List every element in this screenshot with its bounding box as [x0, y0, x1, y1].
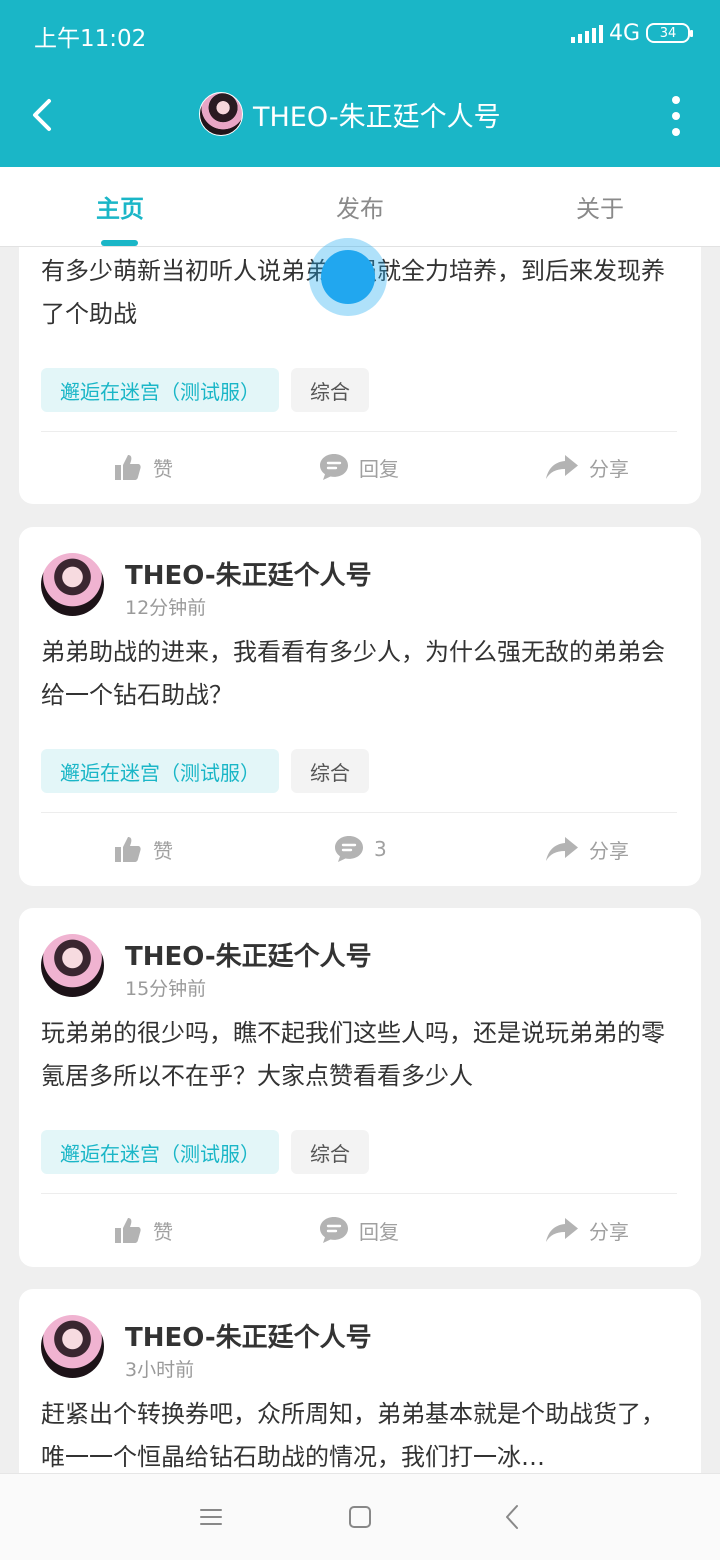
tab-indicator	[101, 240, 138, 246]
more-button[interactable]	[666, 96, 686, 136]
post-actions: 赞 回复 分享	[19, 1200, 701, 1260]
comment-icon	[335, 836, 363, 862]
share-icon	[546, 455, 578, 479]
comment-icon	[320, 454, 348, 480]
chevron-left-icon	[33, 99, 51, 131]
tab-bar: 主页 发布 关于	[0, 167, 720, 247]
share-button[interactable]: 分享	[545, 437, 629, 497]
share-icon	[546, 837, 578, 861]
app-header: 上午11:02 4G 34 THEO-朱正廷个人号	[0, 0, 720, 167]
back-arrow-icon	[506, 1505, 518, 1529]
thumbs-up-icon	[115, 837, 141, 862]
post-tags: 邂逅在迷宫（测试服） 综合	[41, 749, 369, 793]
status-time: 上午11:02	[34, 26, 147, 52]
status-bar: 上午11:02 4G 34	[0, 0, 720, 66]
author-name: THEO-朱正廷个人号	[125, 561, 372, 591]
touch-indicator	[309, 238, 387, 316]
post-content: 赶紧出个转换券吧，众所周知，弟弟基本就是个助战货了，唯一一个恒晶给钻石助战的情况…	[41, 1400, 665, 1471]
post-actions: 赞 3 分享	[19, 819, 701, 879]
share-label: 分享	[589, 456, 629, 481]
comment-button[interactable]: 回复	[319, 1200, 399, 1260]
comment-icon	[320, 1217, 348, 1243]
post-time: 3小时前	[125, 1359, 195, 1381]
category-tag[interactable]: 综合	[291, 749, 369, 793]
thumbs-up-icon	[115, 1218, 141, 1243]
post-content: 弟弟助战的进来，我看看有多少人，为什么强无敌的弟弟会给一个钻石助战？	[41, 638, 665, 709]
post-time: 12分钟前	[125, 597, 207, 619]
share-icon	[546, 1218, 578, 1242]
author-name: THEO-朱正廷个人号	[125, 942, 372, 972]
avatar[interactable]	[41, 553, 104, 616]
status-right: 4G 34	[570, 20, 693, 46]
post-tags: 邂逅在迷宫（测试服） 综合	[41, 1130, 369, 1174]
like-label: 赞	[153, 1219, 173, 1244]
game-tag[interactable]: 邂逅在迷宫（测试服）	[41, 1130, 279, 1174]
tab-home[interactable]: 主页	[0, 189, 240, 224]
signal-icon	[570, 23, 603, 43]
game-tag[interactable]: 邂逅在迷宫（测试服）	[41, 749, 279, 793]
nav-title-group: THEO-朱正廷个人号	[199, 91, 501, 137]
post-content: 玩弟弟的很少吗，瞧不起我们这些人吗，还是说玩弟弟的零氪居多所以不在乎？大家点赞看…	[41, 1019, 665, 1090]
post-tags: 邂逅在迷宫（测试服） 综合	[41, 368, 369, 412]
network-type: 4G	[608, 20, 640, 46]
menu-icon	[200, 1509, 222, 1525]
divider	[41, 812, 677, 813]
like-label: 赞	[153, 838, 173, 863]
share-button[interactable]: 分享	[545, 1200, 629, 1260]
system-nav-bar	[0, 1473, 720, 1560]
battery-icon: 34	[646, 23, 693, 43]
post-actions: 赞 回复 分享	[19, 437, 701, 497]
share-label: 分享	[589, 838, 629, 863]
menu-button[interactable]	[196, 1502, 226, 1532]
post-card[interactable]: THEO-朱正廷个人号 12分钟前 弟弟助战的进来，我看看有多少人，为什么强无敌…	[19, 527, 701, 886]
back-button[interactable]	[20, 90, 64, 140]
divider	[41, 1193, 677, 1194]
comment-label: 回复	[359, 1219, 399, 1244]
avatar[interactable]	[41, 1315, 104, 1378]
avatar[interactable]	[41, 934, 104, 997]
tab-about[interactable]: 关于	[480, 189, 720, 224]
comment-button[interactable]: 3	[334, 819, 387, 879]
share-button[interactable]: 分享	[545, 819, 629, 879]
category-tag[interactable]: 综合	[291, 368, 369, 412]
like-button[interactable]: 赞	[113, 819, 173, 879]
comment-label: 回复	[359, 456, 399, 481]
thumbs-up-icon	[115, 455, 141, 480]
share-label: 分享	[589, 1219, 629, 1244]
home-button[interactable]	[345, 1502, 375, 1532]
game-tag[interactable]: 邂逅在迷宫（测试服）	[41, 368, 279, 412]
like-button[interactable]: 赞	[113, 1200, 173, 1260]
author-name: THEO-朱正廷个人号	[125, 1323, 372, 1353]
post-time: 15分钟前	[125, 978, 207, 1000]
comment-button[interactable]: 回复	[319, 437, 399, 497]
header-avatar	[199, 92, 243, 136]
category-tag[interactable]: 综合	[291, 1130, 369, 1174]
post-card[interactable]: THEO-朱正廷个人号 15分钟前 玩弟弟的很少吗，瞧不起我们这些人吗，还是说玩…	[19, 908, 701, 1267]
tab-posts[interactable]: 发布	[240, 189, 480, 224]
like-button[interactable]: 赞	[113, 437, 173, 497]
comment-count: 3	[374, 837, 387, 861]
system-back-button[interactable]	[497, 1502, 527, 1532]
nav-bar: THEO-朱正廷个人号	[0, 66, 720, 166]
battery-level: 34	[659, 25, 677, 41]
page-title: THEO-朱正廷个人号	[253, 101, 501, 133]
more-vertical-icon	[672, 96, 680, 104]
home-square-icon	[349, 1506, 371, 1528]
divider	[41, 431, 677, 432]
like-label: 赞	[153, 456, 173, 481]
